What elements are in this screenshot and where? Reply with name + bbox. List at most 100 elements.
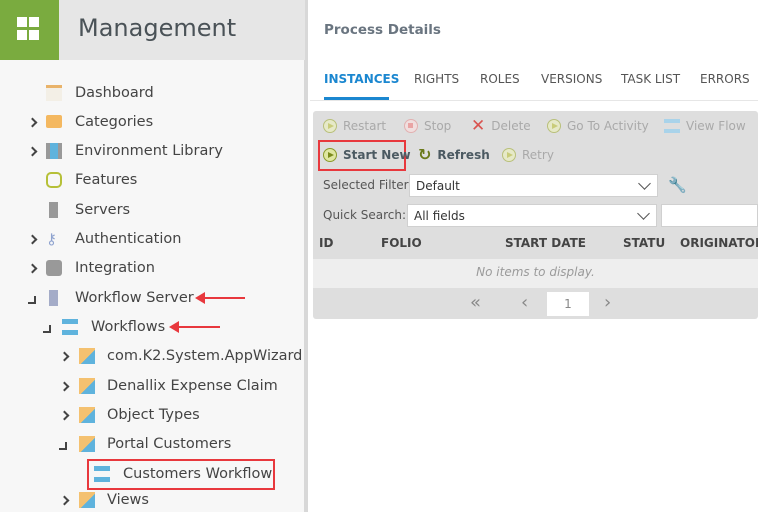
workflow-folder-icon — [79, 378, 95, 394]
workflow-folder-icon — [79, 492, 95, 508]
chevron-right-icon[interactable] — [27, 146, 38, 157]
tab-task-list[interactable]: TASK LIST — [621, 72, 680, 86]
chevron-right-icon[interactable] — [27, 263, 38, 274]
workflow-folder-icon — [79, 436, 95, 452]
quick-search-input[interactable] — [661, 204, 758, 227]
tab-versions[interactable]: VERSIONS — [541, 72, 602, 86]
tree-item-label: Environment Library — [75, 143, 223, 159]
collapse-icon[interactable] — [28, 296, 36, 304]
tab-roles[interactable]: ROLES — [480, 72, 520, 86]
easel-icon — [46, 85, 62, 101]
annotation-arrow — [195, 292, 245, 304]
go-to-activity-button[interactable]: Go To Activity — [547, 119, 649, 133]
chevron-right-icon[interactable] — [59, 410, 70, 421]
button-label: Retry — [522, 148, 554, 162]
tree-item-servers[interactable]: Servers — [0, 196, 300, 224]
chevron-down-icon — [637, 207, 650, 220]
tree-item-label: Integration — [75, 260, 155, 276]
chevron-down-icon — [638, 177, 651, 190]
chevron-right-icon[interactable] — [27, 117, 38, 128]
puzzle-icon — [46, 260, 62, 276]
tree-item-label: Categories — [75, 114, 154, 130]
restart-button[interactable]: Restart — [323, 119, 386, 133]
previous-page-icon[interactable]: ‹ — [521, 292, 528, 313]
annotation-arrow — [169, 321, 220, 333]
tab-instances[interactable]: INSTANCES — [324, 72, 399, 86]
button-label: Restart — [343, 119, 387, 133]
select-value: Default — [416, 179, 460, 193]
tree-item-label: Denallix Expense Claim — [107, 378, 278, 394]
management-grid-icon[interactable] — [0, 0, 59, 60]
tab-divider — [310, 100, 758, 101]
button-label: View Flow — [686, 119, 746, 133]
tree-item-workflows[interactable]: Workflows — [0, 313, 300, 341]
selected-filter-select[interactable]: Default — [409, 174, 658, 197]
tree-item-integration[interactable]: Integration — [0, 254, 300, 282]
tree-item-authentication[interactable]: ⚷ Authentication — [0, 225, 300, 253]
tree-item-label: Customers Workflow — [123, 466, 273, 482]
quick-search-label: Quick Search: — [323, 208, 407, 222]
server-icon — [49, 290, 58, 306]
tree-item-workflow-server[interactable]: Workflow Server — [0, 284, 300, 312]
library-icon — [46, 143, 62, 159]
workflow-icon — [62, 319, 78, 335]
retry-button[interactable]: Retry — [502, 148, 554, 162]
tree-item-label: Servers — [75, 202, 131, 218]
tree-item-appwizard[interactable]: com.K2.System.AppWizard — [0, 342, 303, 370]
tree-item-denallix-expense-claim[interactable]: Denallix Expense Claim — [0, 372, 300, 400]
tree-item-label: Dashboard — [75, 85, 154, 101]
selected-filter-label: Selected Filter: — [323, 178, 413, 192]
view-flow-button[interactable]: View Flow — [664, 119, 746, 133]
folder-icon — [46, 115, 62, 128]
tree-item-dashboard[interactable]: Dashboard — [0, 79, 300, 107]
tree-item-features[interactable]: Features — [0, 166, 300, 194]
column-header-id[interactable]: ID — [319, 236, 333, 250]
stop-button[interactable]: Stop — [404, 119, 451, 133]
tree-item-customers-workflow[interactable]: Customers Workflow — [88, 460, 274, 488]
play-icon — [323, 148, 337, 162]
wrench-icon[interactable]: 🔧 — [668, 176, 687, 194]
column-header-folio[interactable]: FOLIO — [381, 236, 422, 250]
chevron-right-icon[interactable] — [27, 234, 38, 245]
workflow-icon — [664, 119, 680, 133]
button-label: Refresh — [437, 148, 490, 162]
workflow-icon — [94, 466, 110, 482]
tree-item-label: com.K2.System.AppWizard — [107, 348, 303, 364]
toggle-icon — [46, 172, 62, 188]
delete-button[interactable]: ✕ Delete — [471, 116, 531, 136]
key-icon: ⚷ — [46, 230, 57, 248]
first-page-icon[interactable]: « — [470, 292, 481, 313]
tree-item-portal-customers[interactable]: Portal Customers — [0, 430, 300, 458]
tree-item-label: Views — [107, 492, 149, 508]
workflow-folder-icon — [79, 407, 95, 423]
tree-item-views[interactable]: Views — [0, 486, 300, 514]
tree-item-categories[interactable]: Categories — [0, 108, 300, 136]
tab-errors[interactable]: ERRORS — [700, 72, 750, 86]
collapse-icon[interactable] — [43, 325, 51, 333]
button-label: Stop — [424, 119, 452, 133]
stop-icon — [404, 119, 418, 133]
quick-search-field-select[interactable]: All fields — [407, 204, 657, 227]
start-new-button[interactable]: Start New — [323, 148, 411, 162]
tab-rights[interactable]: RIGHTS — [414, 72, 459, 86]
refresh-button[interactable]: ↻ Refresh — [418, 145, 490, 164]
button-label: Delete — [491, 119, 531, 133]
server-icon — [49, 202, 58, 218]
select-value: All fields — [414, 209, 465, 223]
column-header-status[interactable]: STATUS — [623, 236, 666, 250]
chevron-right-icon[interactable] — [59, 381, 70, 392]
column-header-start-date[interactable]: START DATE — [505, 236, 586, 250]
collapse-icon[interactable] — [59, 442, 67, 450]
tree-item-object-types[interactable]: Object Types — [0, 401, 300, 429]
refresh-icon: ↻ — [418, 145, 432, 164]
tree-item-environment-library[interactable]: Environment Library — [0, 137, 300, 165]
column-header-originator[interactable]: ORIGINATOR — [680, 236, 758, 250]
empty-message: No items to display. — [476, 265, 595, 279]
chevron-right-icon[interactable] — [59, 351, 70, 362]
page-number-input[interactable]: 1 — [547, 292, 589, 316]
next-page-icon[interactable]: › — [604, 292, 611, 313]
chevron-right-icon[interactable] — [59, 495, 70, 506]
sidebar-scrollbar[interactable] — [304, 0, 308, 512]
delete-x-icon: ✕ — [471, 116, 486, 136]
button-label: Start New — [343, 148, 411, 162]
